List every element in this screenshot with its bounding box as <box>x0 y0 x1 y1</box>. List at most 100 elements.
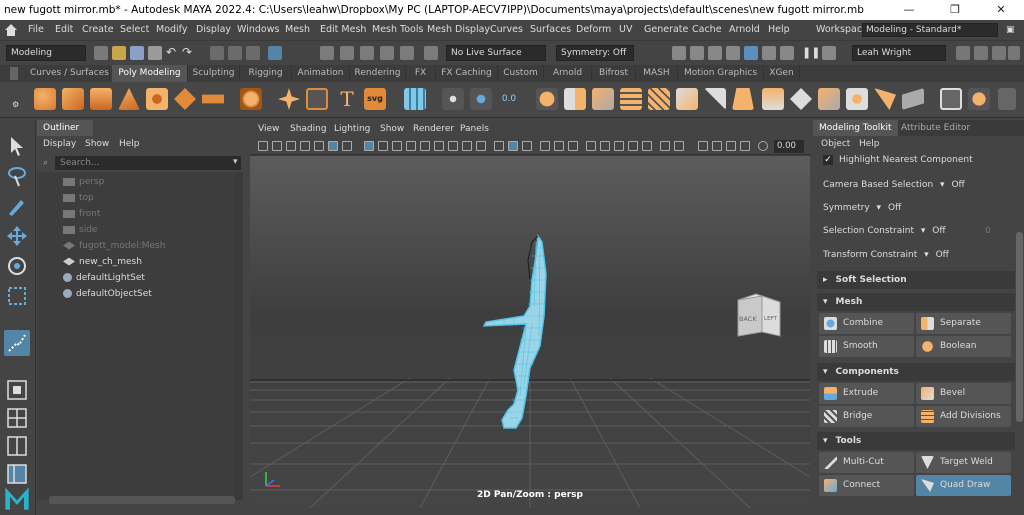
select-tool-icon[interactable] <box>5 134 29 158</box>
character-mesh[interactable] <box>482 233 547 429</box>
dropdown-arrow-icon[interactable]: ▾ <box>924 250 929 260</box>
shelf-tab-curves-surfaces[interactable]: Curves / Surfaces <box>30 65 110 82</box>
outliner-item-front[interactable]: front <box>63 206 100 222</box>
viewport-menu-view[interactable]: View <box>258 120 279 138</box>
panel-layout-icon-1[interactable] <box>956 46 970 60</box>
image-plane-icon[interactable] <box>300 141 310 151</box>
bevel-button[interactable]: Bevel <box>916 383 1011 404</box>
viewport-menu-renderer[interactable]: Renderer <box>413 120 454 138</box>
freeze-transform-icon[interactable]: 0.0 <box>498 88 520 110</box>
target-weld-button[interactable]: Target Weld <box>916 452 1011 473</box>
poly-disc-icon[interactable] <box>202 94 224 104</box>
extrude-shelf-icon[interactable] <box>620 88 642 110</box>
sweep-mesh-icon[interactable] <box>306 88 328 110</box>
film-gate-icon[interactable] <box>364 141 374 151</box>
combine-shelf-icon[interactable] <box>536 88 558 110</box>
shelf-tab-xgen[interactable]: XGen <box>764 65 800 82</box>
snap-surface-icon[interactable] <box>400 46 414 60</box>
isolate-select-icon[interactable] <box>660 141 670 151</box>
lasso-tool-icon[interactable] <box>5 164 29 188</box>
ambient-occlusion-icon[interactable] <box>586 141 596 151</box>
arnold-render-icon[interactable] <box>822 46 836 60</box>
dropdown-arrow-icon[interactable]: ▾ <box>921 226 926 236</box>
triangulate-icon[interactable] <box>732 88 754 110</box>
workspace-lock-icon[interactable]: ▣ <box>1006 20 1015 40</box>
tab-attribute-editor[interactable]: Attribute Editor <box>895 120 976 136</box>
target-weld-shelf-icon[interactable] <box>818 88 840 110</box>
shelf-tab-mash[interactable]: MASH <box>636 65 678 82</box>
menu-file[interactable]: File <box>28 20 44 40</box>
render-current-icon[interactable] <box>672 46 686 60</box>
redo-icon[interactable]: ↷ <box>182 46 196 60</box>
check-icon[interactable]: ✓ <box>823 154 833 165</box>
user-account[interactable]: Leah Wright <box>852 45 946 61</box>
outliner-item-new-ch-mesh[interactable]: new_ch_mesh <box>63 254 142 270</box>
shelf-tab-arnold[interactable]: Arnold <box>544 65 592 82</box>
viewport-menu-panels[interactable]: Panels <box>460 120 489 138</box>
combine-button[interactable]: Combine <box>819 313 914 334</box>
quad-draw-button[interactable]: Quad Draw <box>916 475 1011 496</box>
exposure-value-field[interactable]: 0.00 <box>774 140 804 153</box>
menu-deform[interactable]: Deform <box>576 20 611 40</box>
select-camera-icon[interactable] <box>258 141 268 151</box>
separate-button[interactable]: Separate <box>916 313 1011 334</box>
menu-help[interactable]: Help <box>768 20 790 40</box>
menu-curves[interactable]: Curves <box>490 20 523 40</box>
menu-generate[interactable]: Generate <box>644 20 688 40</box>
poly-cube-icon[interactable] <box>62 88 84 110</box>
extrude-button[interactable]: Extrude <box>819 383 914 404</box>
center-pivot-icon[interactable] <box>442 88 464 110</box>
ipr-render-icon[interactable] <box>708 46 722 60</box>
multi-cut-button[interactable]: Multi-Cut <box>819 452 914 473</box>
shelf-tab-fx[interactable]: FX <box>406 65 436 82</box>
scale-tool-icon[interactable] <box>5 284 29 308</box>
sculpt-icon[interactable] <box>968 88 990 110</box>
select-component-icon[interactable] <box>246 46 260 60</box>
menu-mesh-tools[interactable]: Mesh Tools <box>372 20 423 40</box>
panel-layout-icon-4[interactable] <box>1008 46 1020 60</box>
shelf-tab-rigging[interactable]: Rigging <box>240 65 292 82</box>
textured-icon[interactable] <box>540 141 550 151</box>
minimize-button[interactable]: — <box>886 0 932 20</box>
select-hierarchy-icon[interactable] <box>210 46 224 60</box>
grid-icon[interactable] <box>448 141 458 151</box>
single-pane-layout-icon[interactable] <box>5 378 29 402</box>
viewport-menu-show[interactable]: Show <box>380 120 404 138</box>
exposure-dial-icon[interactable] <box>758 141 768 151</box>
menu-mesh-display[interactable]: Mesh Display <box>427 20 490 40</box>
soft-selection-header[interactable]: ▸ Soft Selection <box>817 271 1015 289</box>
render-sequence-icon[interactable] <box>690 46 704 60</box>
two-pane-layout-icon[interactable] <box>5 434 29 458</box>
move-tool-icon[interactable] <box>5 224 29 248</box>
snap-grid-icon[interactable] <box>320 46 334 60</box>
menu-windows[interactable]: Windows <box>237 20 279 40</box>
shelf-tab-sculpting[interactable]: Sculpting <box>188 65 240 82</box>
live-surface-field[interactable]: No Live Surface <box>446 45 546 61</box>
outliner-item-fugott-mesh[interactable]: fugott_model:Mesh <box>63 238 165 254</box>
uv-editor-icon[interactable] <box>404 88 426 110</box>
poly-cylinder-icon[interactable] <box>90 88 112 110</box>
bridge-shelf-icon[interactable] <box>648 88 670 110</box>
menu-select[interactable]: Select <box>120 20 149 40</box>
type-tool-icon[interactable]: T <box>336 88 358 110</box>
boolean-button[interactable]: Boolean <box>916 336 1011 357</box>
menu-cache[interactable]: Cache <box>692 20 722 40</box>
connect-button[interactable]: Connect <box>819 475 914 496</box>
toolkit-scrollbar[interactable] <box>1016 232 1023 422</box>
hud-icon[interactable] <box>726 141 736 151</box>
menu-uv[interactable]: UV <box>619 20 632 40</box>
outliner-search-dropdown-icon[interactable]: ▾ <box>233 157 238 167</box>
exposure-icon[interactable] <box>674 141 684 151</box>
outliner-item-side[interactable]: side <box>63 222 97 238</box>
poly-torus-icon[interactable] <box>146 88 168 110</box>
workspace-select[interactable]: Modeling - Standard* <box>862 23 998 37</box>
selection-mask-icon[interactable] <box>268 46 282 60</box>
quad-draw-shelf-icon[interactable] <box>874 88 896 110</box>
gamma-icon[interactable] <box>698 141 708 151</box>
shelf-scroll-icon[interactable] <box>998 88 1016 110</box>
add-divisions-button[interactable]: Add Divisions <box>916 406 1011 427</box>
outliner-tab[interactable]: Outliner <box>37 120 93 136</box>
bookmark-icon[interactable] <box>286 141 296 151</box>
four-pane-layout-icon[interactable] <box>5 406 29 430</box>
outliner-item-default-light-set[interactable]: defaultLightSet <box>63 270 145 286</box>
